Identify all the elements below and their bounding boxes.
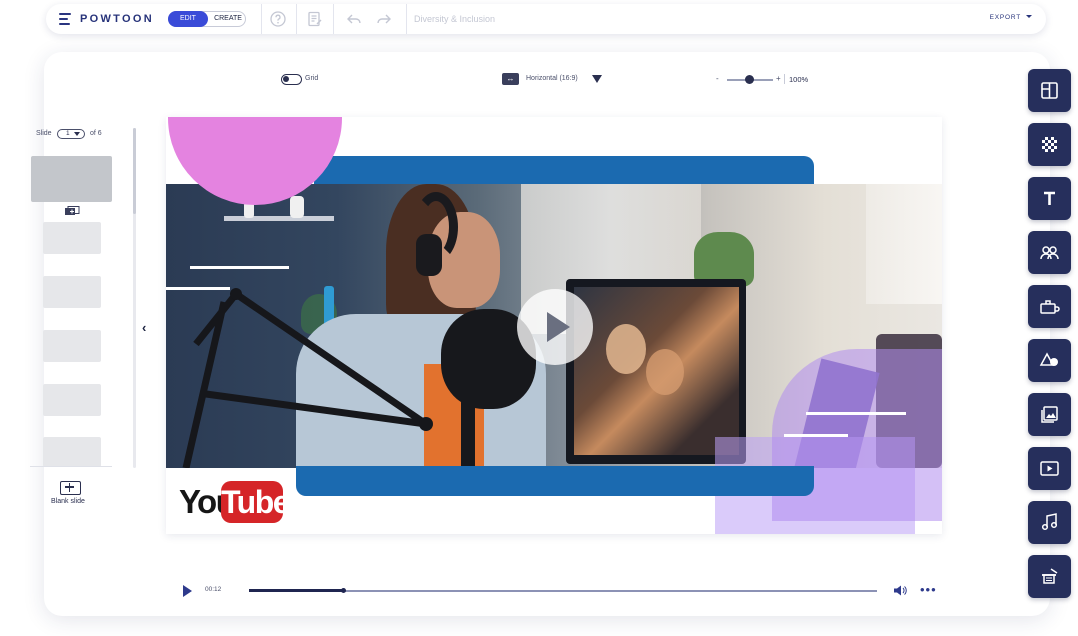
chevron-down-icon <box>1026 15 1032 18</box>
slide-thumbnail[interactable] <box>43 276 101 308</box>
slides-scrollbar[interactable] <box>133 128 136 468</box>
slide-select[interactable]: 1 <box>57 129 85 139</box>
blank-slide-label[interactable]: Blank slide <box>51 498 85 505</box>
media-icon <box>1041 406 1058 423</box>
undo-icon[interactable] <box>346 11 362 27</box>
menu-icon[interactable] <box>59 13 71 25</box>
background-button[interactable] <box>1028 123 1071 166</box>
photo-food <box>606 324 646 374</box>
volume-icon[interactable] <box>893 584 907 597</box>
playback-time: 00:12 <box>205 586 222 593</box>
props-icon <box>1040 300 1060 314</box>
photo-headphone-cup <box>416 234 442 276</box>
redo-icon[interactable] <box>376 11 392 27</box>
notes-icon[interactable] <box>307 11 323 27</box>
shapes-button[interactable] <box>1028 339 1071 382</box>
shapes-icon <box>1039 352 1058 366</box>
blue-banner-bottom[interactable] <box>296 466 814 496</box>
help-icon[interactable] <box>270 11 286 27</box>
slide-thumbnail[interactable] <box>43 330 101 362</box>
more-options-icon[interactable]: ••• <box>920 582 937 597</box>
slide-label: Slide <box>36 130 52 137</box>
collapse-panel-icon[interactable]: ‹ <box>142 320 146 335</box>
music-button[interactable] <box>1028 501 1071 544</box>
video-button[interactable] <box>1028 447 1071 490</box>
toolbar-divider <box>261 4 262 34</box>
zoom-value: 100% <box>789 75 809 84</box>
zoom-divider <box>784 74 785 84</box>
video-icon <box>1040 461 1059 476</box>
toolbar-divider <box>406 4 407 34</box>
magic-hat-icon <box>1042 568 1058 584</box>
photo-vase <box>290 196 304 218</box>
play-icon[interactable] <box>183 585 192 597</box>
orientation-label[interactable]: Horizontal (16:9) <box>526 75 578 82</box>
panel-divider <box>30 466 112 467</box>
props-button[interactable] <box>1028 285 1071 328</box>
timeline-progress <box>249 589 344 592</box>
mode-edit-button[interactable]: EDIT <box>168 11 208 27</box>
photo-mic-arm <box>182 288 433 468</box>
toolbar-divider <box>333 4 334 34</box>
grid-toggle[interactable] <box>281 74 302 85</box>
zoom-in-button[interactable]: + <box>776 74 781 83</box>
characters-icon <box>1040 246 1059 260</box>
zoom-slider-handle[interactable] <box>745 75 754 84</box>
youtube-logo-badge[interactable]: Tube <box>221 481 291 523</box>
characters-button[interactable] <box>1028 231 1071 274</box>
photo-food <box>646 349 684 395</box>
export-button[interactable]: EXPORT <box>990 14 1032 21</box>
mode-create-button[interactable]: CREATE <box>209 12 247 26</box>
mode-toggle[interactable]: EDIT CREATE <box>168 11 246 27</box>
blue-banner-top[interactable] <box>314 156 814 185</box>
photo-curtain <box>866 184 942 304</box>
text-button[interactable] <box>1028 177 1071 220</box>
text-icon <box>1044 191 1055 205</box>
background-icon <box>1042 137 1057 152</box>
slide-count-label: of 6 <box>90 130 102 137</box>
slide-thumbnail[interactable] <box>43 384 101 416</box>
export-label: EXPORT <box>989 14 1021 21</box>
video-play-icon[interactable] <box>517 289 593 365</box>
toolbar-divider <box>296 4 297 34</box>
media-button[interactable] <box>1028 393 1071 436</box>
white-line-shape[interactable] <box>166 287 230 290</box>
slide-canvas[interactable]: You Tube <box>166 117 942 534</box>
slide-thumbnail[interactable] <box>43 222 101 254</box>
project-name-field[interactable]: Diversity & Inclusion <box>414 14 495 24</box>
grid-label: Grid <box>305 75 319 82</box>
photo-shelf <box>224 216 334 221</box>
music-icon <box>1041 513 1058 531</box>
magic-button[interactable] <box>1028 555 1071 598</box>
slide-thumbnail[interactable] <box>43 437 101 467</box>
add-scene-icon[interactable] <box>64 206 80 216</box>
top-bar: POWTOON EDIT CREATE Diversity & Inclusio… <box>46 4 1046 34</box>
orientation-dropdown-icon[interactable] <box>592 75 602 83</box>
zoom-out-button[interactable]: - <box>716 74 719 83</box>
slide-thumbnail[interactable] <box>31 156 112 202</box>
add-blank-slide-icon[interactable] <box>60 481 81 495</box>
app-logo[interactable]: POWTOON <box>80 13 154 25</box>
white-line-shape[interactable] <box>784 434 848 437</box>
white-line-shape[interactable] <box>190 266 289 269</box>
layout-icon <box>1041 82 1058 99</box>
orientation-icon[interactable]: ↔ <box>502 73 519 85</box>
layout-button[interactable] <box>1028 69 1071 112</box>
white-line-shape[interactable] <box>806 412 906 415</box>
